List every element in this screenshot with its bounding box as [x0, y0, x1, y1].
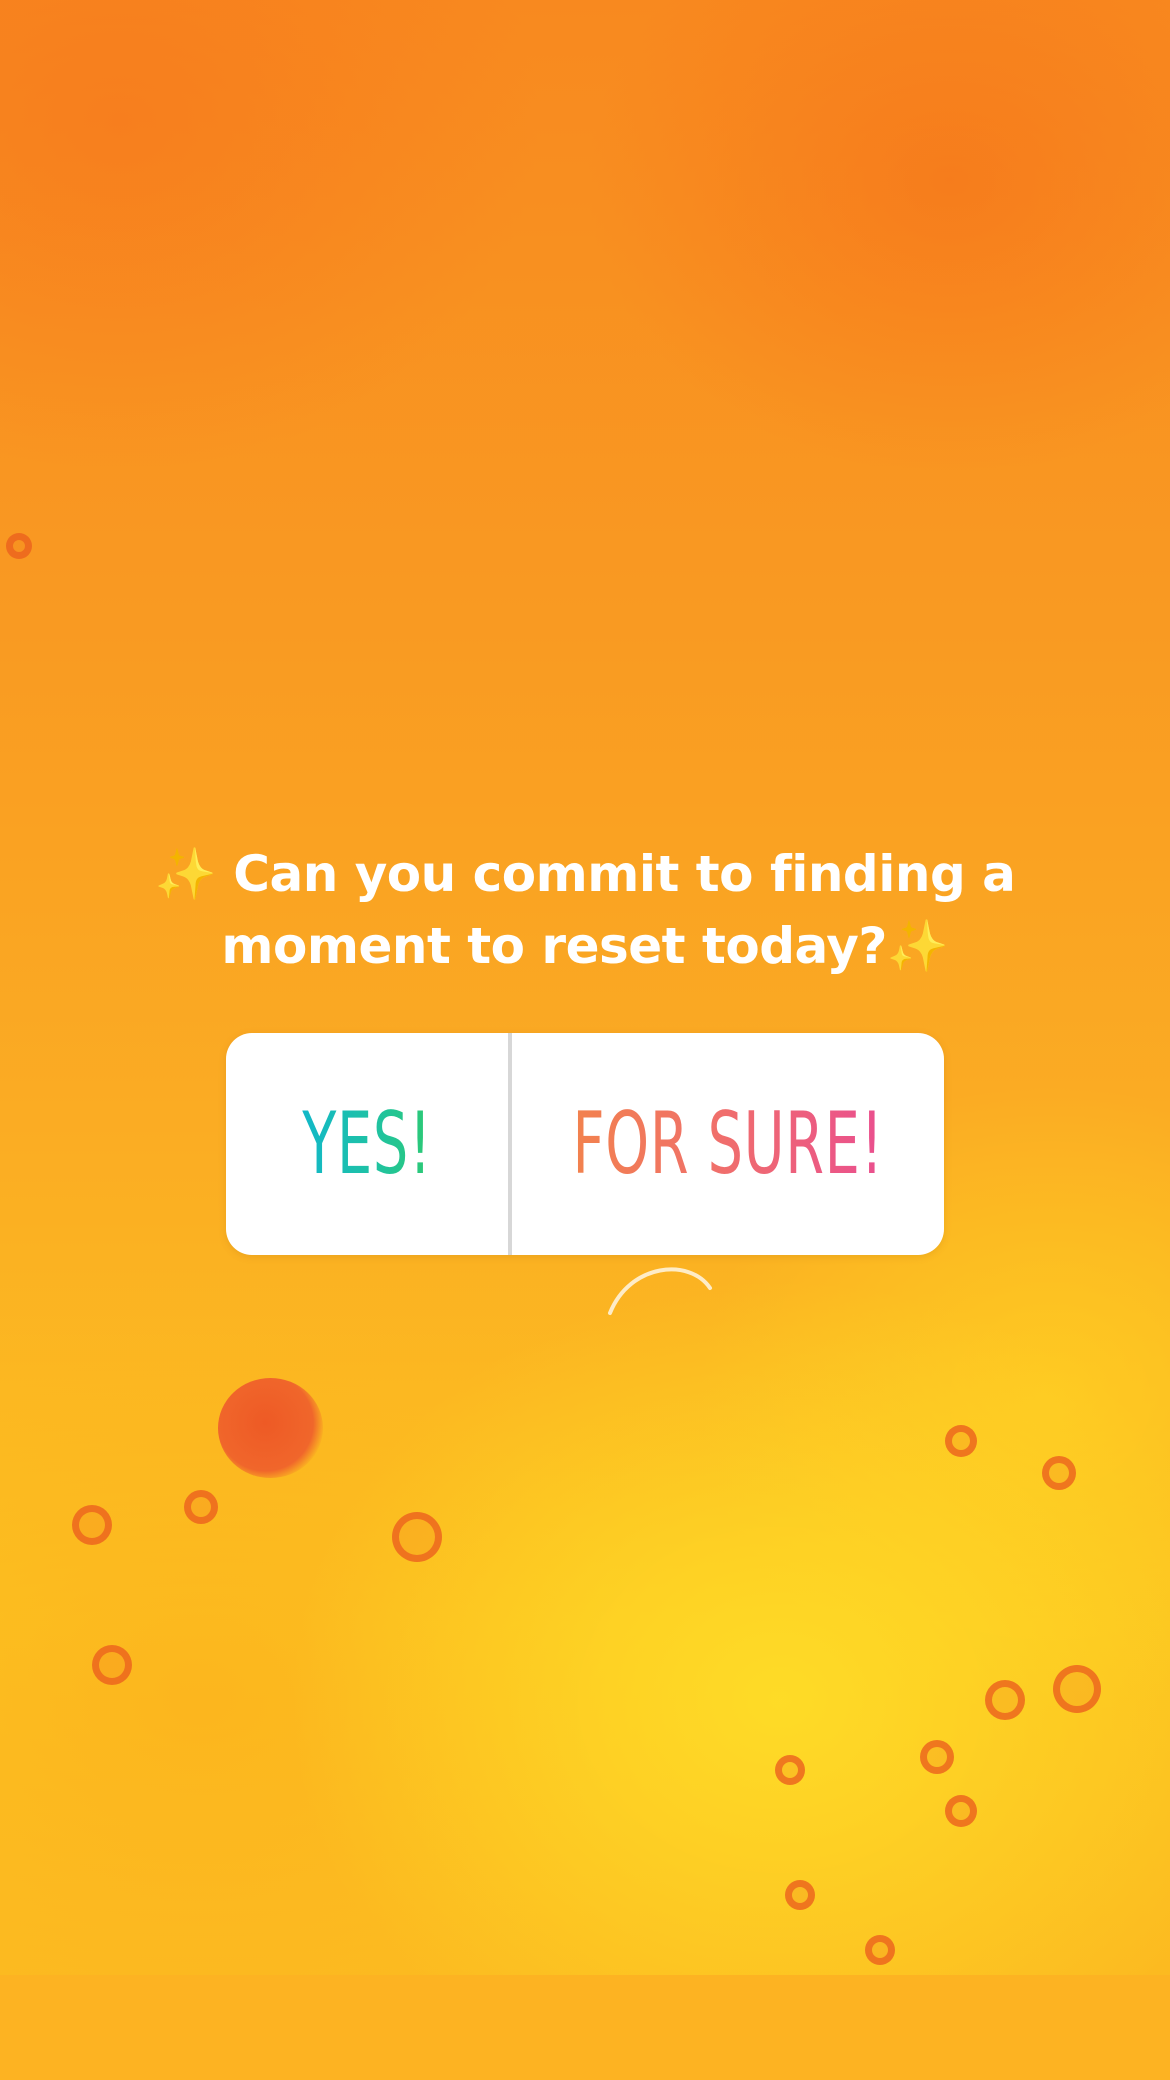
paint-splat	[945, 1425, 977, 1457]
poll-question: ✨ Can you commit to finding a moment to …	[0, 838, 1170, 982]
poll-option-label: YES!	[302, 1094, 432, 1194]
bottom-band	[0, 1975, 1170, 2080]
sparkles-icon: ✨	[154, 845, 217, 903]
sparkles-icon: ✨	[886, 917, 949, 975]
paint-splat	[785, 1880, 815, 1910]
poll-option-label: FOR SURE!	[572, 1094, 884, 1194]
paint-splat	[6, 533, 32, 559]
paint-splat	[72, 1505, 112, 1545]
question-text-1: Can you commit to finding a	[233, 845, 1016, 903]
paint-splat	[184, 1490, 218, 1524]
paint-splat	[392, 1512, 442, 1562]
paint-splat	[1053, 1665, 1101, 1713]
paint-splat	[865, 1935, 895, 1965]
paint-splat	[1042, 1456, 1076, 1490]
paint-splat	[945, 1795, 977, 1827]
question-text-2: moment to reset today?	[221, 917, 887, 975]
question-line-2: moment to reset today?✨	[0, 910, 1170, 982]
paint-splat	[920, 1740, 954, 1774]
swipe-hint-icon	[608, 1267, 712, 1315]
paint-splat	[775, 1755, 805, 1785]
poll-option-yes[interactable]: YES!	[226, 1033, 508, 1255]
paint-splat	[985, 1680, 1025, 1720]
poll-sticker: YES! FOR SURE!	[226, 1033, 944, 1255]
question-line-1: ✨ Can you commit to finding a	[0, 838, 1170, 910]
paint-splat	[218, 1378, 323, 1478]
paint-splat	[92, 1645, 132, 1685]
poll-option-for-sure[interactable]: FOR SURE!	[512, 1033, 944, 1255]
